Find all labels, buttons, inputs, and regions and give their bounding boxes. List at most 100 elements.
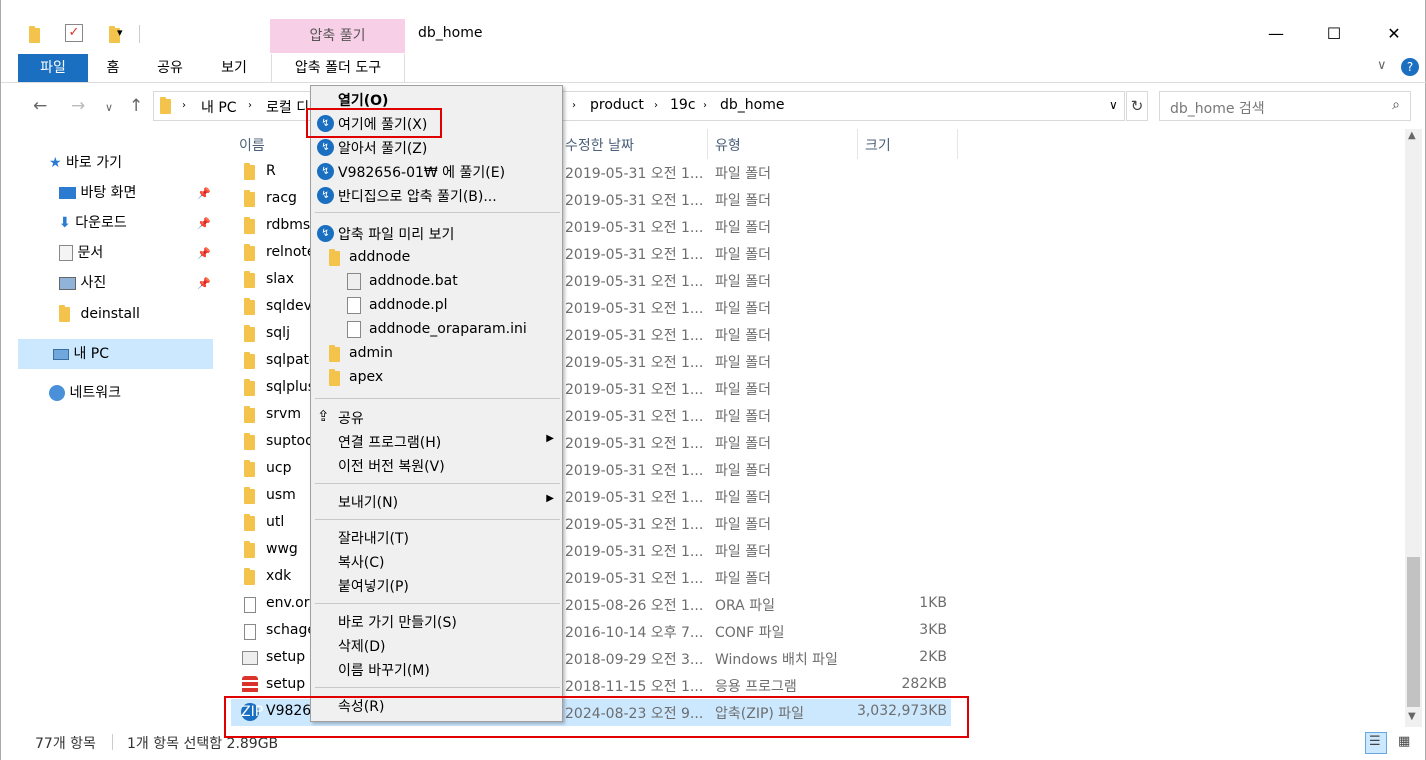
folder-icon	[244, 271, 255, 288]
column-header-type[interactable]: 유형	[715, 135, 741, 155]
file-date: 2018-09-29 오전 3...	[565, 652, 704, 668]
menu-item-create-shortcut[interactable]: 바로 가기 만들기(S)	[311, 609, 562, 633]
menu-preview-item[interactable]: addnode	[311, 246, 562, 270]
folder-icon	[244, 460, 255, 477]
maximize-button[interactable]: ☐	[1324, 24, 1344, 44]
scrollbar-thumb[interactable]	[1407, 557, 1420, 707]
nav-quick-access[interactable]: ★ 바로 가기	[49, 151, 122, 175]
file-date: 2016-10-14 오후 7...	[565, 625, 704, 641]
nav-this-pc[interactable]: 내 PC	[53, 342, 109, 366]
details-view-button[interactable]: ☰	[1365, 732, 1387, 754]
back-arrow-icon[interactable]: ←	[33, 96, 47, 116]
file-type: 파일 폴더	[715, 436, 771, 452]
address-dropdown-icon[interactable]: ∨	[1109, 98, 1118, 112]
file-date: 2019-05-31 오전 1...	[565, 382, 704, 398]
column-divider[interactable]	[957, 129, 958, 159]
file-date: 2019-05-31 오전 1...	[565, 409, 704, 425]
address-bar[interactable]: › 내 PC › 로컬 디 › product › 19c › db_home …	[153, 91, 1125, 121]
menu-item-rename[interactable]: 이름 바꾸기(M)	[311, 657, 562, 681]
submenu-arrow-icon: ▶	[546, 433, 554, 444]
menu-item-send-to[interactable]: 보내기(N) ▶	[311, 489, 562, 513]
up-arrow-icon[interactable]: ↑	[129, 96, 143, 116]
tab-share[interactable]: 공유	[149, 54, 191, 82]
settings-file-icon	[347, 321, 361, 338]
quick-access-dropdown-icon[interactable]: ▾	[117, 26, 123, 39]
menu-item-copy[interactable]: 복사(C)	[311, 549, 562, 573]
file-icon	[347, 297, 361, 314]
tab-file[interactable]: 파일	[18, 54, 88, 82]
menu-item-paste[interactable]: 붙여넣기(P)	[311, 573, 562, 597]
batch-file-icon	[347, 273, 361, 290]
scroll-up-icon[interactable]: ▲	[1408, 130, 1416, 141]
menu-item-preview[interactable]: ↯ 압축 파일 미리 보기	[311, 221, 562, 245]
column-divider[interactable]	[707, 129, 708, 159]
nav-item-downloads[interactable]: ⬇ 다운로드	[59, 211, 127, 235]
nav-item-deinstall[interactable]: deinstall	[59, 302, 140, 326]
menu-item-cut[interactable]: 잘라내기(T)	[311, 525, 562, 549]
breadcrumb-separator-icon[interactable]: ›	[572, 100, 576, 111]
file-date: 2018-11-15 오전 1...	[565, 679, 704, 695]
menu-item-open-with[interactable]: 연결 프로그램(H) ▶	[311, 429, 562, 453]
file-name: setup	[266, 676, 306, 692]
menu-item-extract-to-folder[interactable]: ↯ V982656-01₩ 에 풀기(E)	[311, 159, 562, 183]
recent-locations-icon[interactable]: ∨	[105, 101, 113, 114]
help-icon[interactable]: ?	[1401, 58, 1419, 76]
breadcrumb-separator-icon[interactable]: ›	[654, 100, 658, 111]
menu-preview-item[interactable]: apex	[311, 366, 562, 390]
minimize-button[interactable]: —	[1266, 24, 1286, 44]
menu-item-share[interactable]: ⇪ 공유	[311, 405, 562, 429]
search-icon[interactable]: ⌕	[1392, 97, 1400, 113]
pin-icon[interactable]: 📌	[197, 187, 211, 200]
breadcrumb-19c[interactable]: 19c	[670, 97, 696, 113]
breadcrumb-local-disk[interactable]: 로컬 디	[266, 97, 309, 117]
vertical-scrollbar[interactable]: ▲ ▼	[1405, 129, 1422, 727]
file-icon	[244, 624, 256, 640]
file-name: setup	[266, 649, 306, 665]
scroll-down-icon[interactable]: ▼	[1408, 711, 1416, 722]
nav-item-pictures[interactable]: 사진	[59, 271, 106, 295]
properties-icon[interactable]: ✓	[65, 24, 83, 42]
column-header-name[interactable]: 이름	[239, 135, 265, 155]
menu-preview-item[interactable]: addnode.bat	[311, 270, 562, 294]
nav-item-desktop[interactable]: 바탕 화면	[59, 181, 136, 205]
pin-icon[interactable]: 📌	[197, 217, 211, 230]
breadcrumb-product[interactable]: product	[590, 97, 644, 113]
file-date: 2019-05-31 오전 1...	[565, 355, 704, 371]
refresh-icon[interactable]: ↻	[1126, 91, 1148, 121]
folder-icon	[244, 568, 255, 585]
menu-item-extract-smart[interactable]: ↯ 알아서 풀기(Z)	[311, 135, 562, 159]
menu-preview-item[interactable]: admin	[311, 342, 562, 366]
menu-item-extract-bandizip[interactable]: ↯ 반디집으로 압축 풀기(B)...	[311, 183, 562, 207]
highlight-extract-here	[306, 108, 442, 138]
column-divider[interactable]	[857, 129, 858, 159]
breadcrumb-db-home[interactable]: db_home	[720, 97, 784, 113]
forward-arrow-icon[interactable]: →	[71, 96, 85, 116]
file-type: 파일 폴더	[715, 517, 771, 533]
folder-icon	[244, 433, 255, 450]
tab-view[interactable]: 보기	[213, 54, 255, 82]
column-header-modified[interactable]: 수정한 날짜	[565, 135, 634, 155]
submenu-arrow-icon: ▶	[546, 493, 554, 504]
file-name: srvm	[266, 406, 301, 422]
ribbon-collapse-icon[interactable]: ∨	[1377, 58, 1387, 73]
pin-icon[interactable]: 📌	[197, 277, 211, 290]
breadcrumb-this-pc[interactable]: 내 PC	[201, 97, 237, 117]
tab-compressed-folder-tools[interactable]: 압축 폴더 도구	[271, 54, 405, 82]
nav-item-documents[interactable]: 문서	[59, 241, 103, 265]
nav-network[interactable]: 네트워크	[49, 381, 121, 405]
large-icons-view-button[interactable]: ▦	[1394, 732, 1416, 754]
tab-home[interactable]: 홈	[95, 54, 131, 82]
file-type: 파일 폴더	[715, 193, 771, 209]
menu-preview-item[interactable]: addnode_oraparam.ini	[311, 318, 562, 342]
breadcrumb-separator-icon[interactable]: ›	[248, 100, 252, 111]
search-input[interactable]: db_home 검색 ⌕	[1159, 91, 1411, 121]
menu-item-delete[interactable]: 삭제(D)	[311, 633, 562, 657]
menu-item-restore-previous[interactable]: 이전 버전 복원(V)	[311, 453, 562, 477]
breadcrumb-separator-icon[interactable]: ›	[703, 100, 707, 111]
breadcrumb-separator-icon[interactable]: ›	[182, 100, 186, 111]
close-button[interactable]: ✕	[1384, 24, 1404, 44]
pin-icon[interactable]: 📌	[197, 247, 211, 260]
file-name: sqlplus	[266, 379, 316, 395]
column-header-size[interactable]: 크기	[865, 135, 891, 155]
menu-preview-item[interactable]: addnode.pl	[311, 294, 562, 318]
